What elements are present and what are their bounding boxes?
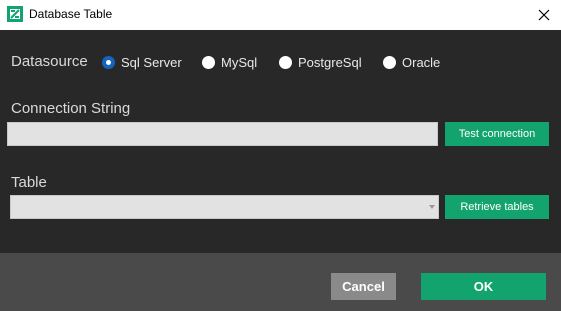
radio-label: Sql Server — [121, 54, 182, 70]
table-label: Table — [11, 174, 47, 191]
close-icon — [538, 9, 550, 21]
chevron-down-icon — [429, 205, 435, 209]
datasource-label: Datasource — [11, 53, 88, 70]
window-title: Database Table — [29, 7, 113, 21]
radio-mysql[interactable]: MySql — [202, 53, 257, 71]
radio-button[interactable] — [383, 55, 396, 69]
retrieve-tables-button[interactable]: Retrieve tables — [445, 195, 549, 219]
radio-postgresql[interactable]: PostgreSql — [279, 53, 362, 71]
radio-button[interactable] — [202, 55, 215, 69]
radio-button[interactable] — [279, 55, 292, 69]
radio-sql-server[interactable]: Sql Server — [102, 53, 182, 71]
radio-oracle[interactable]: Oracle — [383, 53, 440, 71]
connection-string-label: Connection String — [11, 100, 131, 117]
connection-string-input[interactable] — [7, 122, 438, 146]
table-select[interactable] — [10, 195, 439, 219]
radio-button-checked[interactable] — [102, 55, 115, 69]
close-button[interactable] — [527, 0, 561, 30]
radio-label: MySql — [221, 54, 258, 70]
radio-label: Oracle — [402, 54, 441, 70]
cancel-button[interactable]: Cancel — [331, 273, 396, 300]
radio-label: PostgreSql — [298, 54, 362, 70]
test-connection-button[interactable]: Test connection — [445, 122, 549, 146]
app-logo-icon — [7, 6, 23, 22]
ok-button[interactable]: OK — [421, 273, 546, 300]
title-bar: Database Table — [0, 0, 561, 30]
